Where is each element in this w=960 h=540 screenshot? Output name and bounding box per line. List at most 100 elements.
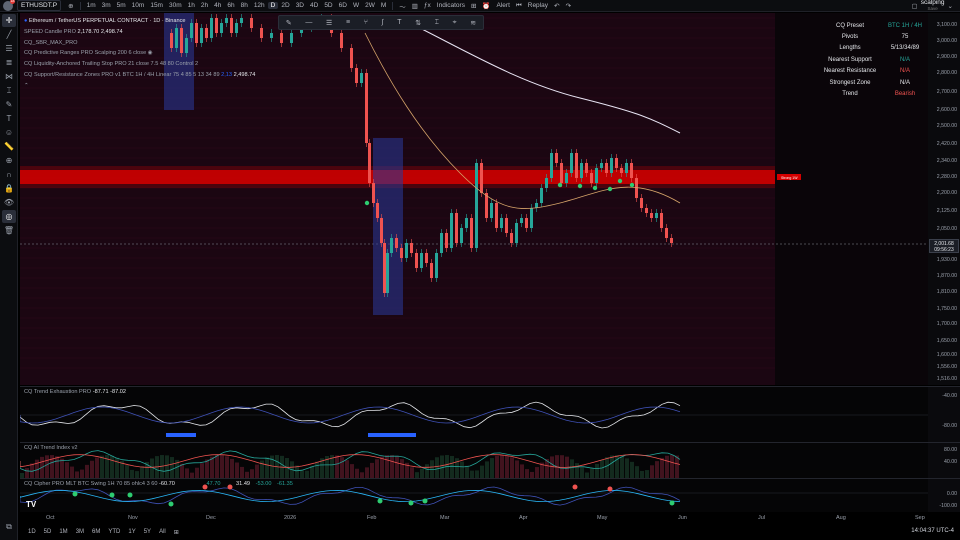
layout-dropdown-icon[interactable]: ⌄ [945,2,956,10]
range-1Y[interactable]: 1Y [128,529,135,535]
text-icon[interactable]: T [397,19,401,26]
range-5Y[interactable]: 5Y [144,529,151,535]
user-avatar[interactable]: 18 [3,0,15,11]
fib-icon[interactable]: ≣ [2,56,16,69]
exhaustion-bar [368,433,416,437]
interval-2D[interactable]: 2D [278,2,292,9]
eye-icon[interactable]: 👁 [2,196,16,209]
candle [395,238,398,248]
emoji-icon[interactable]: ☺ [2,126,16,139]
interval-8h[interactable]: 8h [238,2,251,9]
signal-dot [364,200,370,206]
date-range-icon[interactable]: ⊞ [174,529,179,536]
interval-W[interactable]: W [350,2,362,9]
line-chart-type-icon[interactable]: 〜 [396,1,409,11]
info-value: N/A [899,56,910,63]
cursor-icon[interactable]: ⌖ [453,19,457,27]
line-icon[interactable]: — [305,19,312,26]
menu-icon[interactable]: ≋ [470,19,476,27]
range-5D[interactable]: 5D [44,529,52,535]
pencil-icon[interactable]: ✎ [286,19,292,27]
alert-button[interactable]: Alert [494,2,513,9]
compare-symbol-icon[interactable]: ⊕ [65,2,76,10]
candle [595,168,598,183]
legend-line-2: CQ_SBR_MAX_PRO [24,38,255,49]
lock-icon[interactable]: 🔒 [2,182,16,195]
crosshair-icon[interactable]: ✛ [2,14,16,27]
candles-chart-type-icon[interactable]: ▥ [409,2,421,10]
interval-3m[interactable]: 3m [99,2,114,9]
interval-30m[interactable]: 30m [166,2,185,9]
arrows-icon[interactable]: ⇅ [415,19,421,27]
alert-icon[interactable]: ⏰ [479,2,493,10]
time-axis[interactable]: Oct Nov Dec 2026 Feb Mar Apr May Jun Jul Aug Sep [20,512,928,524]
trendline-icon[interactable]: ╱ [2,28,16,41]
candle [475,163,478,248]
legend-line-4: CQ Liquidity-Anchored Trailing Stop PRO … [24,59,255,70]
interval-D[interactable]: D [267,2,279,9]
fork-icon[interactable]: ⑂ [364,19,368,26]
ai-trend-index-pane[interactable]: CQ AI Trend Index v2 [20,442,928,478]
legend-line-1: SPEED Candle PRO 2,178.70 2,498.74 [24,27,255,38]
curve-icon[interactable]: ∫ [382,19,384,26]
brush-icon[interactable]: ✎ [2,98,16,111]
replay-button[interactable]: Replay [525,2,551,9]
eye-icon[interactable]: ◉ [148,50,153,56]
layout-name[interactable]: scalping Save [921,0,945,12]
range-1D[interactable]: 1D [28,529,36,535]
interval-3D[interactable]: 3D [293,2,307,9]
interval-15m[interactable]: 15m [147,2,166,9]
range-All[interactable]: All [159,529,166,535]
interval-10m[interactable]: 10m [129,2,148,9]
measure-icon[interactable]: ⌶ [2,84,16,97]
trash-icon[interactable]: 🗑 [2,224,16,237]
trend-bar [515,460,519,478]
main-chart[interactable]: Strong 1W ● Ethereum / TetherUS PERPETUA… [20,13,928,385]
clock[interactable]: 14:04:37 UTC-4 [911,528,954,534]
interval-1h[interactable]: 1h [185,2,198,9]
interval-2W[interactable]: 2W [362,2,378,9]
candle [386,253,389,293]
replay-icon[interactable]: ⏮ [513,2,525,10]
zoom-icon[interactable]: ⊕ [2,154,16,167]
cipher-pro-pane[interactable]: CQ Cipher PRO MLT BTC Swing 1H 70 85 ohl… [20,478,928,512]
ruler-icon[interactable]: 📏 [2,140,16,153]
range-6M[interactable]: 6M [92,529,100,535]
legend-collapse-icon[interactable]: ⌃ [24,81,255,92]
pattern-icon[interactable]: ⋈ [2,70,16,83]
range-YTD[interactable]: YTD [108,529,120,535]
layout-icon[interactable]: ▢ [909,2,921,10]
interval-4h[interactable]: 4h [211,2,224,9]
candle [372,183,375,203]
align-icon[interactable]: ≡ [346,19,350,26]
trend-bar [620,456,624,478]
indicators-icon[interactable]: ƒx [421,2,434,9]
object-tree-icon[interactable]: ⧉ [2,520,16,533]
price-axis[interactable]: 1,516.00 1,556.00 1,600.00 1,650.00 1,700.00… [928,13,960,385]
templates-icon[interactable]: ⊞ [468,2,479,10]
magnet-icon[interactable]: ∩ [2,168,16,181]
undo-icon[interactable]: ↶ [551,2,562,10]
indicators-button[interactable]: Indicators [434,2,468,9]
interval-1m[interactable]: 1m [84,2,99,9]
interval-6D[interactable]: 6D [336,2,350,9]
symbol-search[interactable]: ETHUSDT.P [17,0,62,11]
shape-icon[interactable]: ⌶ [435,19,439,27]
trend-exhaustion-pane[interactable]: CQ Trend Exhaustion PRO -87.71 -87.02 [20,386,928,442]
text-icon[interactable]: T [2,112,16,125]
pane1-axis: 80.00 40.00 [928,442,960,478]
horizontal-lines-icon[interactable]: ☰ [2,42,16,55]
interval-5D[interactable]: 5D [321,2,335,9]
range-3M[interactable]: 3M [76,529,84,535]
interval-12h[interactable]: 12h [251,2,268,9]
price-tick: 1,930.00 [936,257,957,263]
interval-4D[interactable]: 4D [307,2,321,9]
lines-icon[interactable]: ☰ [326,19,332,27]
redo-icon[interactable]: ↷ [562,2,573,10]
hide-drawings-icon[interactable]: ◎ [2,210,16,223]
interval-6h[interactable]: 6h [224,2,237,9]
interval-5m[interactable]: 5m [114,2,129,9]
interval-M[interactable]: M [378,2,389,9]
interval-2h[interactable]: 2h [198,2,211,9]
range-1M[interactable]: 1M [59,529,67,535]
